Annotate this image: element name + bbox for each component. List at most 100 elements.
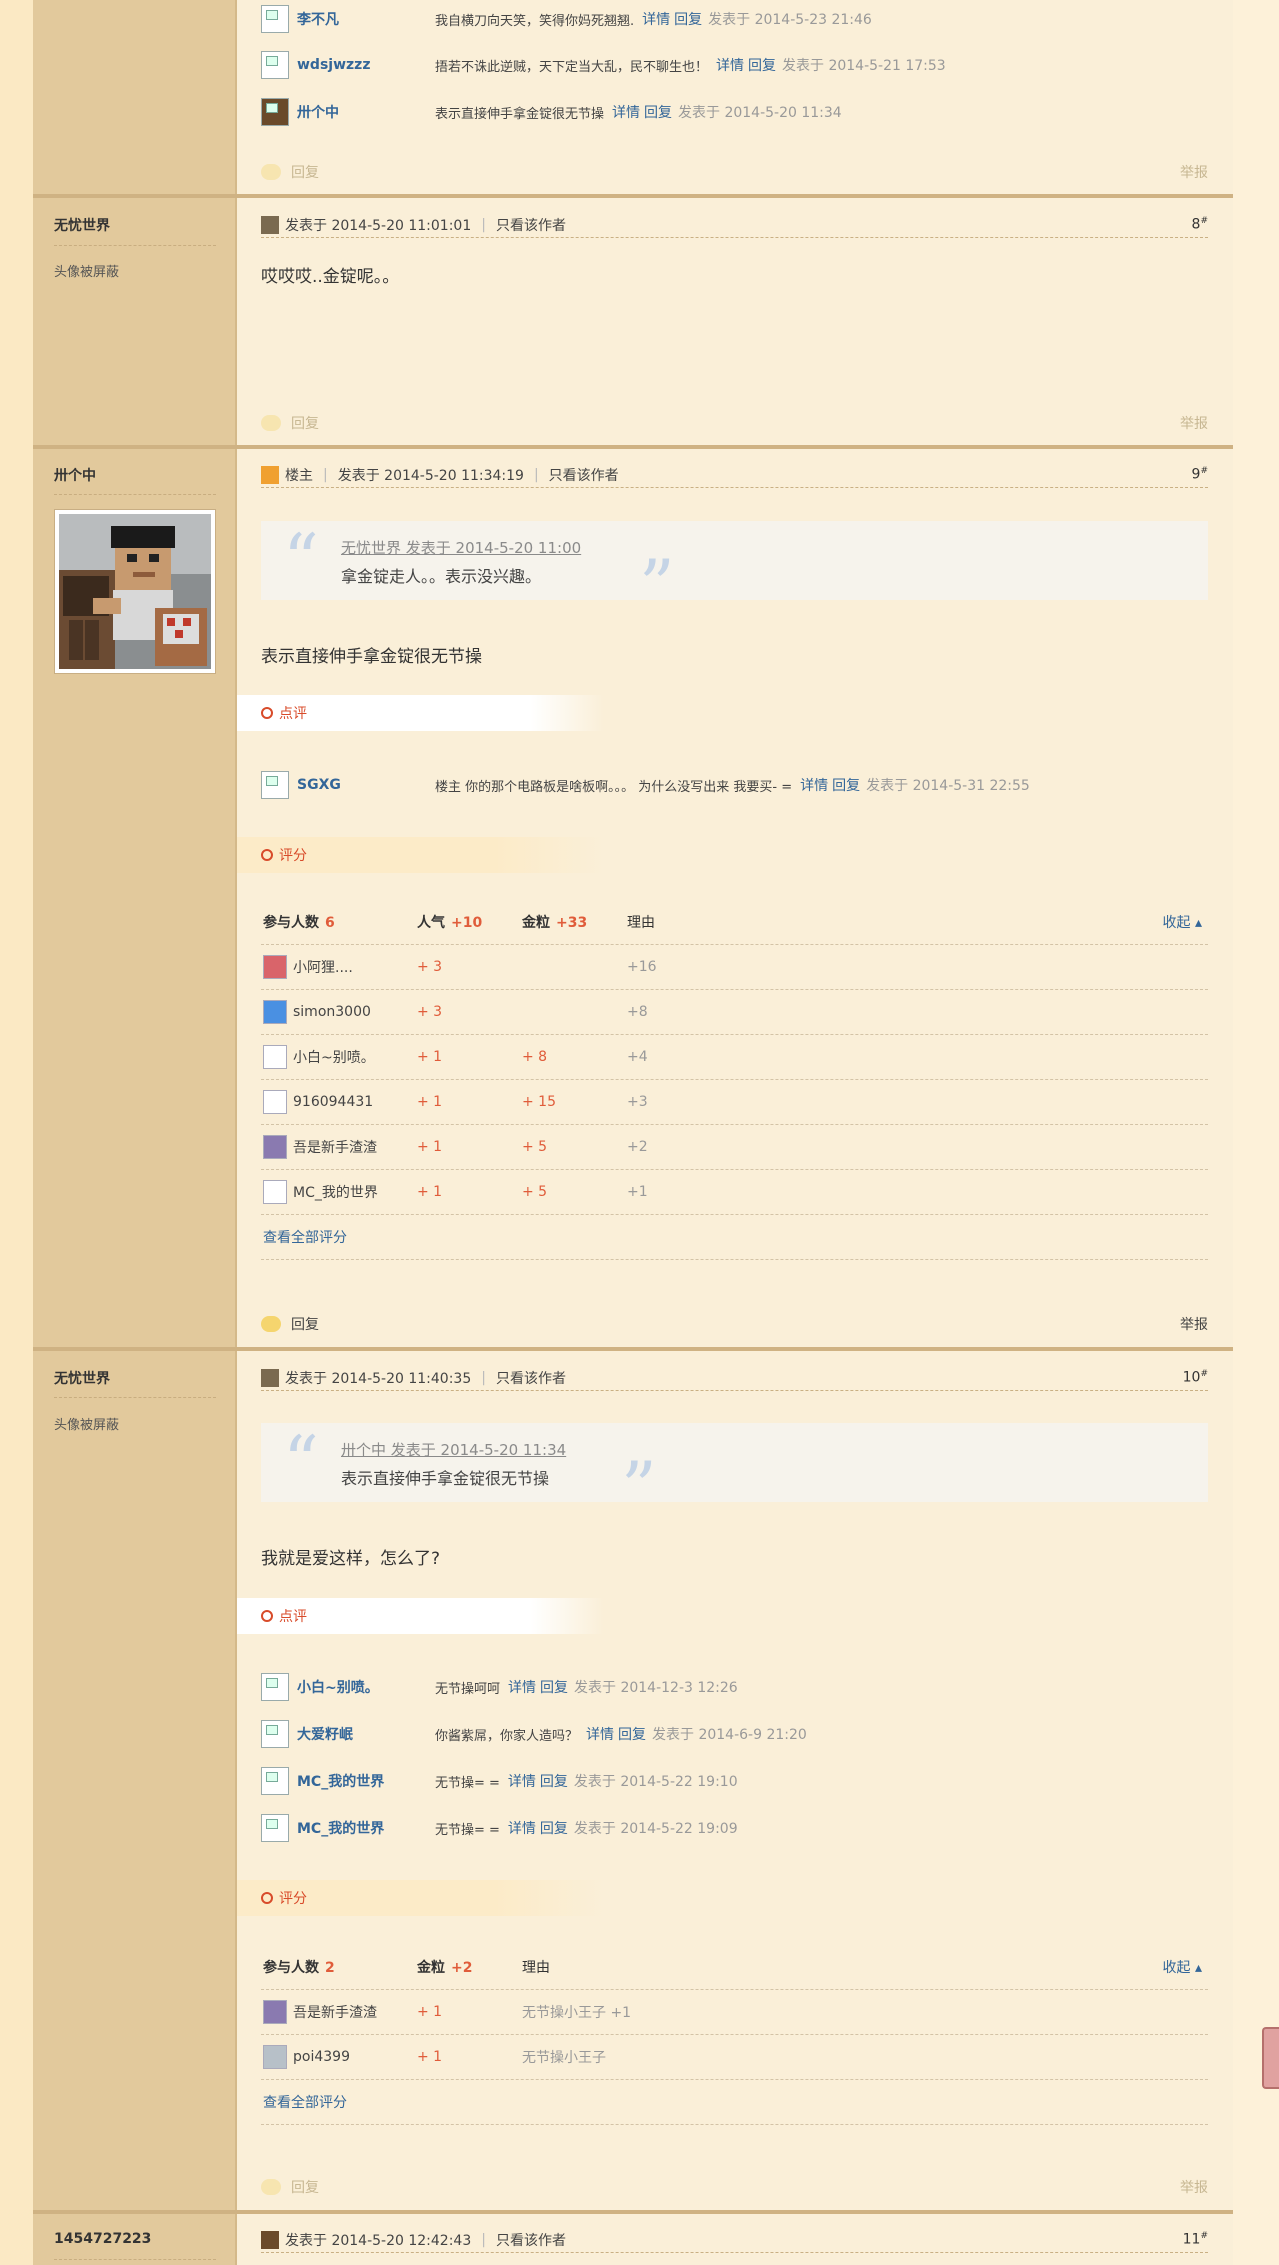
popularity-total: +10 [451,915,483,931]
reply-button[interactable]: 回复 [291,413,319,433]
floor-number[interactable]: 11# [1183,2231,1208,2248]
rater-avatar[interactable] [263,1135,287,1159]
comment-detail-link[interactable]: 详情 [508,1771,536,1791]
comment-time: 发表于 2014-5-22 19:10 [573,1774,738,1790]
rater-avatar[interactable] [263,1180,287,1204]
rater-avatar[interactable] [263,1000,287,1024]
rating-popularity: + 3 [417,959,443,975]
commenter-avatar[interactable] [261,5,289,33]
comment-text: 你酱紫屌，你家人造吗？ [435,1728,579,1744]
rating-table: 参与人数 6 人气 +10 金粒 +33 理由 收起 ▴ 小阿狸.... + 3 +1… [261,900,1208,1260]
rater-avatar[interactable] [263,2045,287,2069]
post-separator [33,2210,1233,2214]
comment-reply-link[interactable]: 回复 [618,1724,646,1744]
comment-detail-link[interactable]: 详情 [800,775,828,795]
only-author-link[interactable]: 只看该作者 [549,465,619,485]
report-button[interactable]: 举报 [1180,413,1208,433]
commenter-name[interactable]: MC_我的世界 [297,1771,435,1791]
post-author[interactable]: 无忧世界 [54,215,110,235]
rater-name[interactable]: poi4399 [293,2049,417,2065]
commenter-avatar[interactable] [261,1767,289,1795]
view-all-ratings-link[interactable]: 查看全部评分 [263,1227,347,1247]
comment-reply-link[interactable]: 回复 [540,1677,568,1697]
comment-detail-link[interactable]: 详情 [716,55,744,75]
comment-detail-link[interactable]: 详情 [586,1724,614,1744]
reply-button[interactable]: 回复 [291,2177,319,2197]
quote-source[interactable]: 卅个中 发表于 2014-5-20 11:34 [341,1439,566,1460]
comment-reply-link[interactable]: 回复 [540,1771,568,1791]
commenter-name[interactable]: 李不凡 [297,9,435,29]
reply-button[interactable]: 回复 [291,162,319,182]
report-button[interactable]: 举报 [1180,162,1208,182]
rating-reason: +3 [627,1094,648,1110]
avatar[interactable] [54,509,216,674]
floor-number[interactable]: 10# [1183,1369,1208,1386]
rating-row: MC_我的世界 + 1 + 5 +1 [261,1170,1208,1215]
rating-reason: +2 [627,1139,648,1155]
comment-detail-link[interactable]: 详情 [508,1818,536,1838]
commenter-name[interactable]: 小白~别喷。 [297,1677,435,1697]
rater-name[interactable]: simon3000 [293,1004,417,1020]
report-button[interactable]: 举报 [1180,1314,1208,1334]
rater-name[interactable]: 916094431 [293,1094,417,1110]
quote-source[interactable]: 无忧世界 发表于 2014-5-20 11:00 [341,537,581,558]
rater-name[interactable]: 小白~别喷。 [293,1047,417,1067]
commenter-name[interactable]: 卅个中 [297,102,435,122]
rater-name[interactable]: MC_我的世界 [293,1182,417,1202]
post-author[interactable]: 1454727223 [54,2231,151,2247]
commenter-avatar[interactable] [261,1673,289,1701]
floor-number[interactable]: 9# [1192,466,1208,483]
rater-name[interactable]: 吾是新手渣渣 [293,1137,417,1157]
rater-name[interactable]: 小阿狸.... [293,957,417,977]
commenter-avatar[interactable] [261,51,289,79]
only-author-link[interactable]: 只看该作者 [496,215,566,235]
report-button[interactable]: 举报 [1180,2177,1208,2197]
commenter-name[interactable]: MC_我的世界 [297,1818,435,1838]
comment-reply-link[interactable]: 回复 [644,102,672,122]
post-content: 表示直接伸手拿金锭很无节操 [261,647,482,667]
commenter-avatar[interactable] [261,1814,289,1842]
post-header: 发表于 2014-5-20 11:40:35 | 只看该作者 10# [261,1365,1208,1391]
reply-bubble-icon [261,2179,281,2195]
only-author-link[interactable]: 只看该作者 [496,1368,566,1388]
comment-row: 李不凡 我自横刀向天笑，笑得你妈死翘翘. 详情 回复 发表于 2014-5-23… [261,4,1208,34]
side-float-tab[interactable] [1262,2027,1279,2089]
reply-button[interactable]: 回复 [291,1314,319,1334]
post-author[interactable]: 无忧世界 [54,1368,110,1388]
comment-reply-link[interactable]: 回复 [540,1818,568,1838]
commenter-name[interactable]: SGXG [297,777,435,793]
commenter-name[interactable]: 大爱籽岷 [297,1724,435,1744]
post-author[interactable]: 卅个中 [54,465,96,485]
commenter-name[interactable]: wdsjwzzz [297,57,435,73]
comment-row: SGXG 楼主 你的那个电路板是啥板啊。。。 为什么没写出来 我要买- = 详情… [261,770,1208,800]
rater-avatar[interactable] [263,1090,287,1114]
rater-avatar[interactable] [263,1045,287,1069]
commenter-avatar[interactable] [261,98,289,126]
comment-detail-link[interactable]: 详情 [612,102,640,122]
rater-avatar[interactable] [263,2000,287,2024]
comment-reply-link[interactable]: 回复 [674,9,702,29]
rater-name[interactable]: 吾是新手渣渣 [293,2002,417,2022]
comment-detail-link[interactable]: 详情 [642,9,670,29]
comment-row: MC_我的世界 无节操= = 详情 回复 发表于 2014-5-22 19:09 [261,1813,1208,1843]
rater-avatar[interactable] [263,955,287,979]
collapse-toggle[interactable]: 收起 ▴ [1163,912,1202,932]
circle-icon [261,707,273,719]
commenter-avatar[interactable] [261,771,289,799]
post-header: 发表于 2014-5-20 11:01:01 | 只看该作者 8# [261,212,1208,238]
comment-reply-link[interactable]: 回复 [832,775,860,795]
only-author-link[interactable]: 只看该作者 [496,2230,566,2250]
rating-popularity: + 1 [417,1094,443,1110]
comment-reply-link[interactable]: 回复 [748,55,776,75]
reply-bubble-icon [261,415,281,431]
reason-label: 理由 [627,915,655,931]
collapse-toggle[interactable]: 收起 ▴ [1163,1957,1202,1977]
rating-row: 小白~别喷。 + 1 + 8 +4 [261,1035,1208,1080]
post-separator [33,445,1233,449]
floor-number[interactable]: 8# [1192,216,1208,233]
comment-detail-link[interactable]: 详情 [508,1677,536,1697]
gold-label: 金粒 [522,915,550,931]
view-all-ratings-link[interactable]: 查看全部评分 [263,2092,347,2112]
rating-reason: +4 [627,1049,648,1065]
commenter-avatar[interactable] [261,1720,289,1748]
